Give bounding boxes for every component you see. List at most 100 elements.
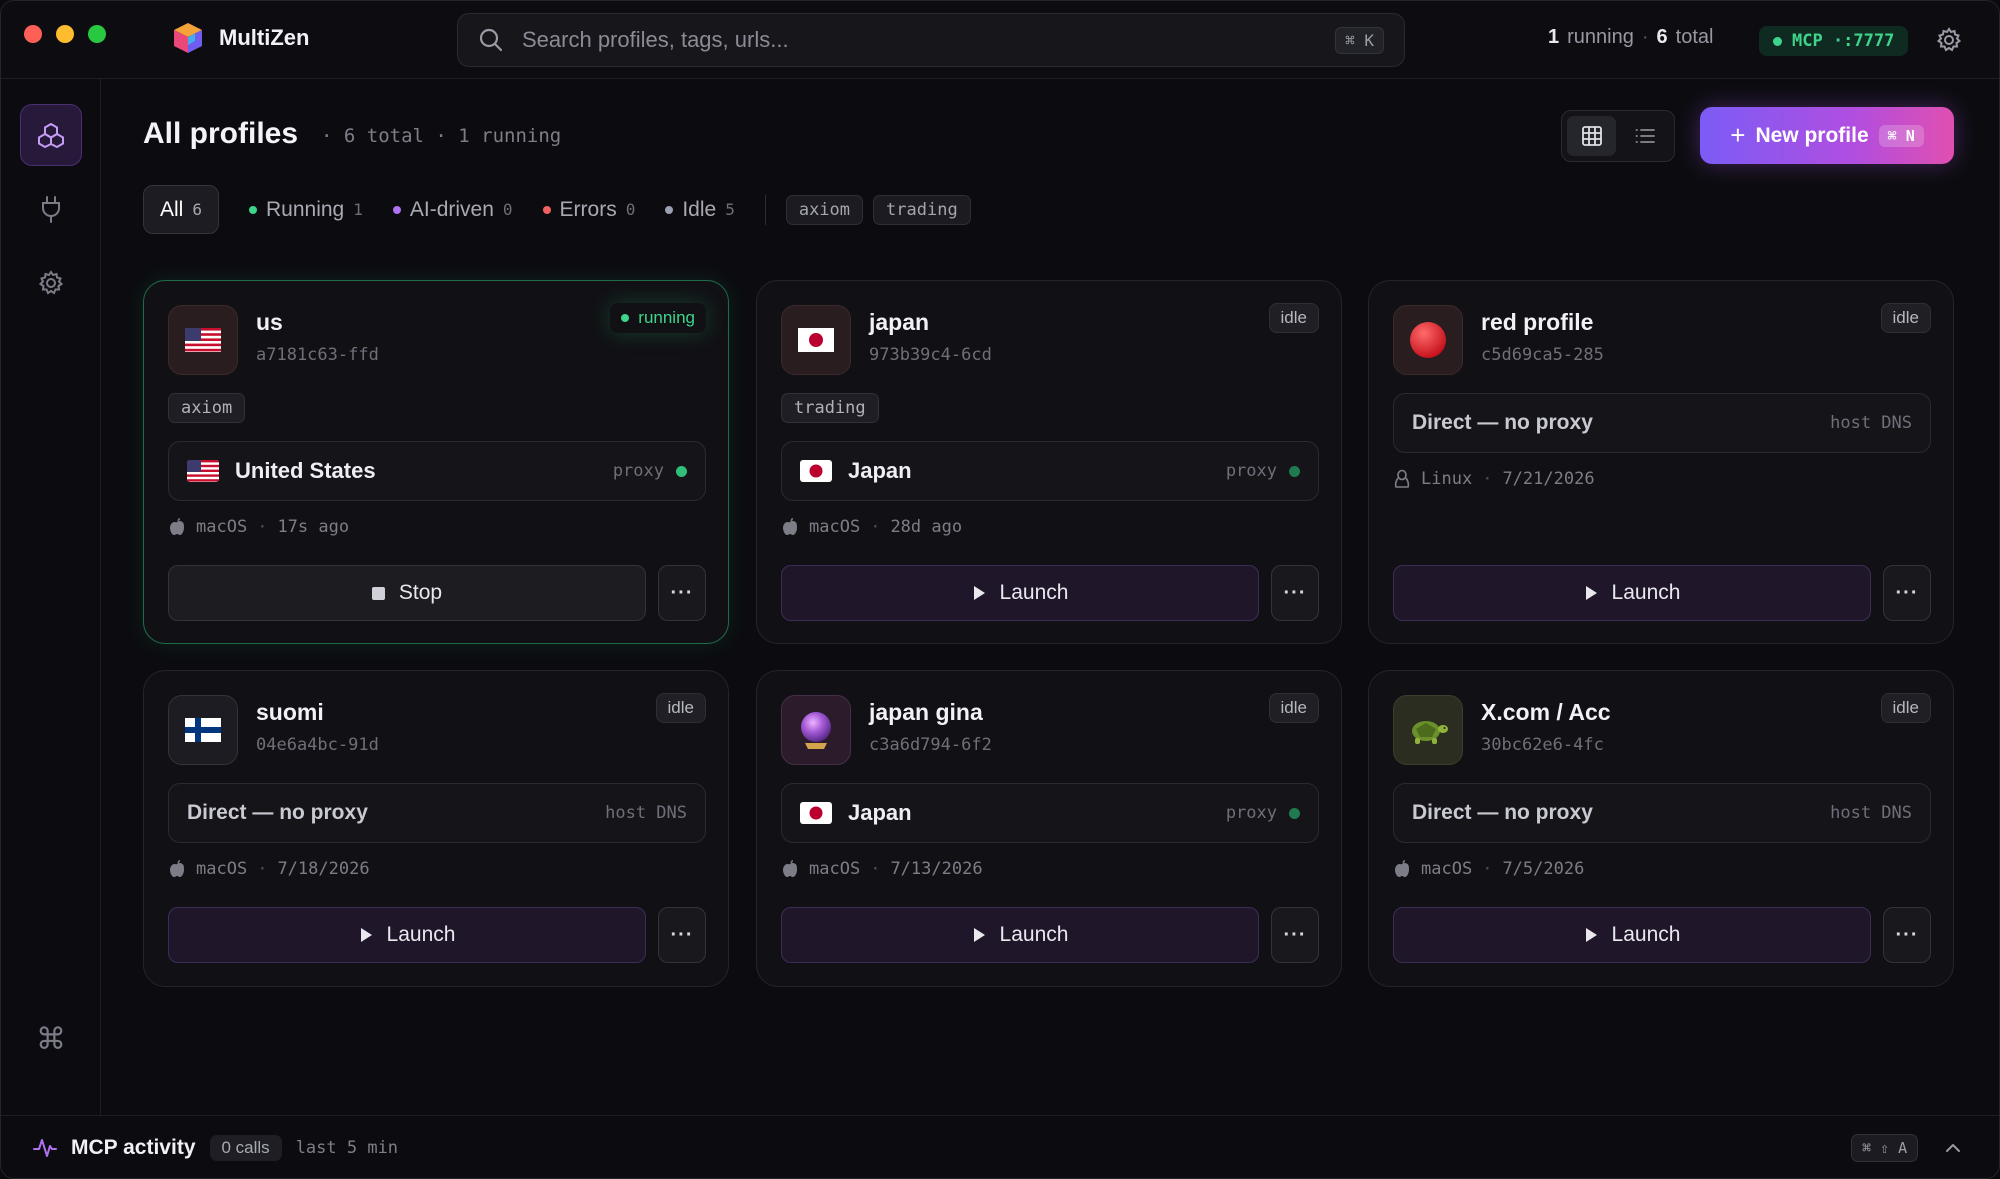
- running-status: 1 running · 6 total: [1548, 26, 1713, 49]
- proxy-name: Direct — no proxy: [1412, 411, 1593, 434]
- play-icon: [1585, 586, 1597, 600]
- stop-icon: [371, 586, 385, 600]
- profile-card[interactable]: X.com / Acc 30bc62e6-4fc idle Direct — n…: [1368, 670, 1954, 987]
- minimize-window-button[interactable]: [56, 25, 74, 43]
- action-label: Launch: [1611, 923, 1681, 946]
- profile-card[interactable]: us a7181c63-ffd running axiom United Sta…: [143, 280, 729, 644]
- command-key-icon: ⌘: [36, 1021, 66, 1057]
- more-options-button[interactable]: ···: [1271, 907, 1319, 963]
- mcp-status-badge[interactable]: MCP ·:7777: [1759, 26, 1909, 56]
- profile-card[interactable]: japan 973b39c4-6cd idle trading Japan pr…: [756, 280, 1342, 644]
- apple-icon: [783, 860, 797, 877]
- profile-avatar: [1393, 305, 1463, 375]
- gear-icon: [38, 270, 64, 295]
- more-options-button[interactable]: ···: [1271, 565, 1319, 621]
- filter-ai-driven[interactable]: AI-driven 0: [392, 198, 513, 222]
- profile-name: japan: [869, 309, 930, 335]
- action-label: Launch: [999, 923, 1069, 946]
- proxy-name: Japan: [848, 800, 912, 825]
- meta-separator: ·: [257, 517, 268, 537]
- more-options-button[interactable]: ···: [1883, 907, 1931, 963]
- profile-id: 30bc62e6-4fc: [1481, 735, 1604, 755]
- profiles-cluster-icon: [38, 122, 64, 149]
- list-icon: [1635, 129, 1655, 143]
- play-icon: [1585, 928, 1597, 942]
- search-bar[interactable]: Search profiles, tags, urls... ⌘ K: [457, 13, 1405, 67]
- profile-tag: axiom: [168, 393, 246, 423]
- mcp-port-label: MCP ·:7777: [1792, 31, 1895, 51]
- stop-button[interactable]: Stop: [168, 565, 646, 621]
- last-used: 7/13/2026: [890, 859, 983, 879]
- new-profile-shortcut: ⌘ N: [1878, 124, 1924, 147]
- status-badge: idle: [655, 693, 706, 723]
- proxy-info: Direct — no proxy host DNS: [1393, 393, 1931, 453]
- profile-meta: macOS · 7/13/2026: [781, 859, 983, 879]
- japan-flag-icon: [800, 460, 832, 482]
- action-label: Stop: [398, 581, 443, 604]
- profile-meta: macOS · 7/18/2026: [168, 859, 370, 879]
- profile-name: japan gina: [869, 699, 983, 725]
- chevron-up-icon[interactable]: [1943, 1138, 1963, 1158]
- launch-button[interactable]: Launch: [1393, 907, 1871, 963]
- filter-all[interactable]: All 6: [143, 185, 219, 234]
- status-label: running: [638, 308, 695, 327]
- proxy-kind: proxy: [1225, 461, 1277, 481]
- mcp-activity-toggle[interactable]: MCP activity 0 calls last 5 min: [33, 1135, 398, 1161]
- linux-penguin-icon: [1394, 469, 1410, 488]
- status-badge: idle: [1268, 303, 1319, 333]
- tag-filter-axiom[interactable]: axiom: [785, 194, 864, 225]
- more-options-button[interactable]: ···: [658, 907, 706, 963]
- profile-card[interactable]: suomi 04e6a4bc-91d idle Direct — no prox…: [143, 670, 729, 987]
- launch-button[interactable]: Launch: [168, 907, 646, 963]
- grid-view-button[interactable]: [1567, 116, 1616, 156]
- more-options-button[interactable]: ···: [658, 565, 706, 621]
- activity-window: last 5 min: [295, 1138, 399, 1158]
- profile-card[interactable]: red profile c5d69ca5-285 idle Direct — n…: [1368, 280, 1954, 644]
- tag-filter-trading[interactable]: trading: [873, 194, 971, 225]
- play-icon: [973, 928, 985, 942]
- sidebar-item-integrations[interactable]: [20, 178, 82, 240]
- proxy-info: Direct — no proxy host DNS: [1393, 783, 1931, 843]
- app-window: MultiZen Search profiles, tags, urls... …: [0, 0, 2000, 1179]
- play-icon: [973, 586, 985, 600]
- app-name: MultiZen: [219, 25, 310, 50]
- new-profile-button[interactable]: + New profile ⌘ N: [1700, 107, 1954, 164]
- close-window-button[interactable]: [24, 25, 42, 43]
- cube-logo-icon: [174, 23, 202, 53]
- mcp-status-dot: [1773, 36, 1782, 46]
- brand: MultiZen: [171, 21, 309, 55]
- proxy-ok-dot: [676, 465, 687, 477]
- search-input[interactable]: Search profiles, tags, urls...: [522, 27, 1335, 53]
- japan-flag-icon: [798, 328, 834, 352]
- zoom-window-button[interactable]: [88, 25, 106, 43]
- profile-name: X.com / Acc: [1481, 699, 1611, 725]
- mcp-activity-label: MCP activity: [71, 1136, 196, 1159]
- filter-errors[interactable]: Errors 0: [542, 198, 635, 222]
- status-badge: running: [610, 303, 706, 333]
- total-count: 6: [1656, 26, 1668, 48]
- status-badge: idle: [1880, 693, 1931, 723]
- settings-gear-icon[interactable]: [1935, 26, 1963, 54]
- sidebar-item-settings[interactable]: [20, 252, 82, 314]
- profile-meta: Linux · 7/21/2026: [1393, 469, 1595, 489]
- filter-idle[interactable]: Idle 5: [665, 198, 735, 222]
- launch-button[interactable]: Launch: [781, 565, 1259, 621]
- more-options-button[interactable]: ···: [1883, 565, 1931, 621]
- action-label: Launch: [999, 581, 1069, 604]
- sidebar-item-profiles[interactable]: [20, 104, 82, 166]
- profile-name: suomi: [256, 699, 324, 725]
- proxy-name: Japan: [848, 458, 912, 483]
- sidebar-command-palette[interactable]: ⌘: [20, 1008, 82, 1070]
- proxy-kind: host DNS: [605, 803, 687, 823]
- launch-button[interactable]: Launch: [781, 907, 1259, 963]
- profile-avatar: [168, 695, 238, 765]
- filter-count: 0: [502, 200, 513, 219]
- running-count: 1: [1548, 26, 1560, 48]
- search-shortcut-hint: ⌘ K: [1335, 26, 1384, 54]
- profile-meta: macOS · 7/5/2026: [1393, 859, 1584, 879]
- profile-card[interactable]: japan gina c3a6d794-6f2 idle Japan proxy…: [756, 670, 1342, 987]
- launch-button[interactable]: Launch: [1393, 565, 1871, 621]
- filter-running[interactable]: Running 1: [248, 198, 363, 222]
- list-view-button[interactable]: [1620, 116, 1669, 156]
- os-label: macOS: [1421, 859, 1473, 879]
